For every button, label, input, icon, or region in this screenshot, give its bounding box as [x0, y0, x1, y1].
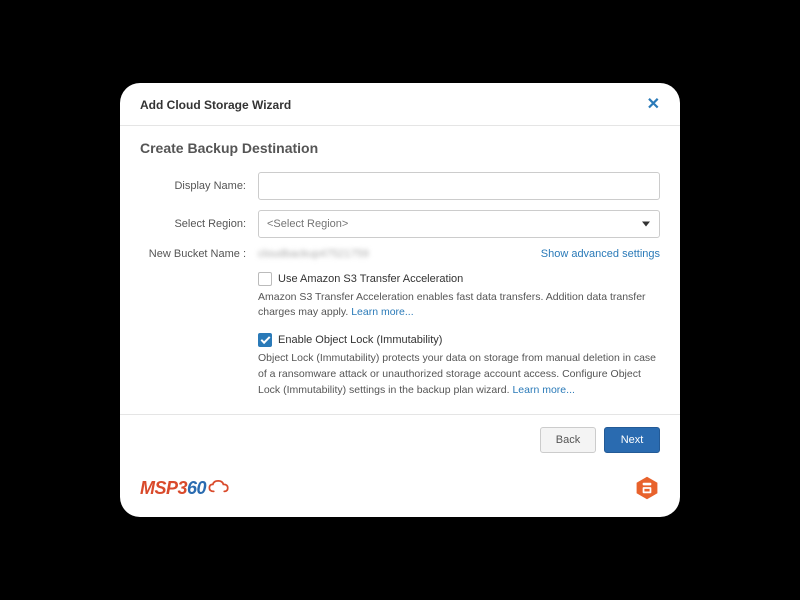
s3-accel-learn-more-link[interactable]: Learn more... [351, 306, 413, 318]
next-button[interactable]: Next [604, 427, 660, 453]
wizard-title: Add Cloud Storage Wizard [140, 98, 291, 112]
cloud-icon [208, 480, 230, 494]
s3-accel-block: Use Amazon S3 Transfer Acceleration [258, 272, 660, 286]
object-lock-block: Enable Object Lock (Immutability) [258, 333, 660, 347]
display-name-input[interactable] [258, 172, 660, 200]
object-lock-help-text: Object Lock (Immutability) protects your… [258, 352, 656, 396]
display-name-row: Display Name: [140, 172, 660, 200]
wizard-header: Add Cloud Storage Wizard ✕ [120, 83, 680, 126]
object-lock-label: Enable Object Lock (Immutability) [278, 334, 442, 346]
display-name-label: Display Name: [140, 180, 258, 192]
new-bucket-label: New Bucket Name : [140, 248, 258, 260]
logo-0: 0 [197, 478, 207, 499]
hex-badge-icon [634, 475, 660, 501]
logo-msp: MSP [140, 478, 178, 499]
object-lock-checkbox[interactable] [258, 333, 272, 347]
wizard-panel: Add Cloud Storage Wizard ✕ Create Backup… [120, 83, 680, 518]
s3-accel-help-text: Amazon S3 Transfer Acceleration enables … [258, 291, 646, 319]
logo-6: 6 [187, 478, 197, 499]
wizard-body: Create Backup Destination Display Name: … [120, 126, 680, 415]
section-title: Create Backup Destination [140, 140, 660, 156]
s3-accel-checkbox[interactable] [258, 272, 272, 286]
new-bucket-value: cloudbackup47521759 [258, 248, 369, 260]
s3-accel-label: Use Amazon S3 Transfer Acceleration [278, 273, 463, 285]
brand-bar: MSP360 [120, 465, 680, 517]
new-bucket-row: New Bucket Name : cloudbackup47521759 Sh… [140, 248, 660, 260]
logo-3: 3 [178, 478, 188, 499]
close-icon[interactable]: ✕ [647, 97, 660, 113]
select-region-label: Select Region: [140, 218, 258, 230]
show-advanced-link[interactable]: Show advanced settings [541, 248, 660, 260]
object-lock-learn-more-link[interactable]: Learn more... [512, 384, 574, 396]
object-lock-help: Object Lock (Immutability) protects your… [258, 351, 660, 398]
select-region-dropdown[interactable] [258, 210, 660, 238]
s3-accel-help: Amazon S3 Transfer Acceleration enables … [258, 290, 660, 322]
msp360-logo: MSP360 [140, 478, 230, 499]
wizard-footer: Back Next [120, 414, 680, 465]
select-region-row: Select Region: [140, 210, 660, 238]
back-button[interactable]: Back [540, 427, 596, 453]
